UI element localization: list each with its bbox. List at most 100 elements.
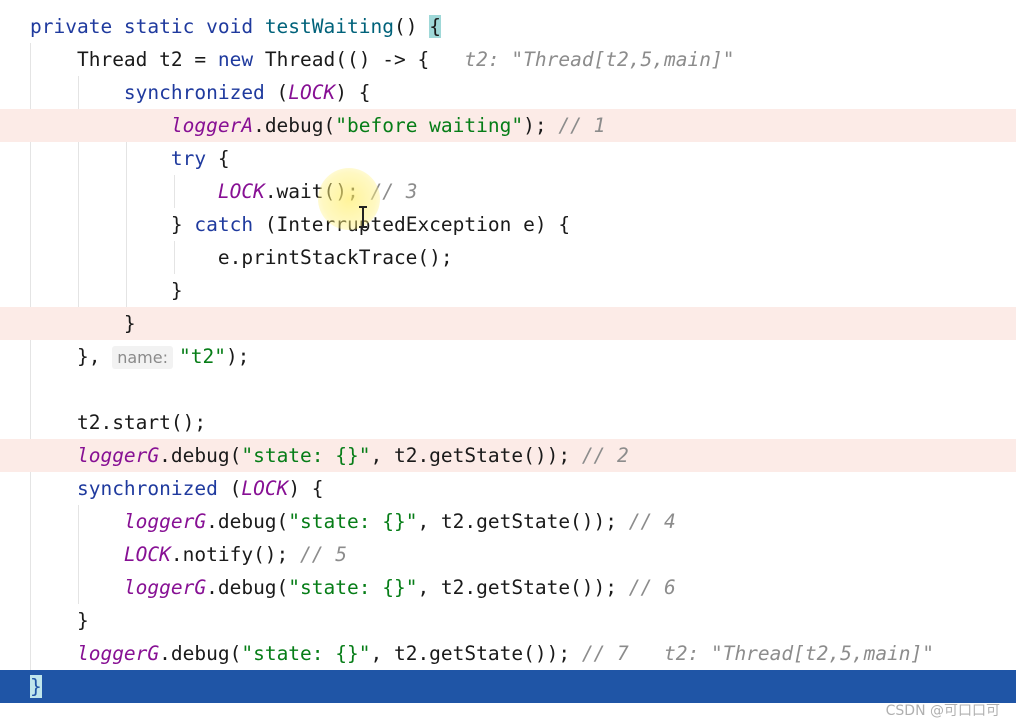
code-line[interactable]: loggerG.debug("state: {}", t2.getState()… — [0, 505, 1016, 538]
line-content: try { — [30, 142, 230, 175]
keyword: synchronized — [123, 81, 265, 104]
line-content: LOCK.notify(); // 5 — [30, 538, 347, 571]
line-content: e.printStackTrace(); — [30, 241, 453, 274]
field: loggerG — [123, 576, 207, 599]
field: loggerG — [76, 444, 160, 467]
string-literal: "state: {}" — [288, 510, 418, 533]
code-text: } — [170, 279, 183, 302]
code-line[interactable] — [0, 373, 1016, 406]
watermark: CSDN @可口口可 — [885, 703, 1000, 719]
string-literal: "state: {}" — [241, 642, 371, 665]
string-literal: "state: {}" — [241, 444, 371, 467]
code-text: .debug( — [253, 114, 336, 137]
comment: // 7 — [581, 642, 629, 665]
text-cursor-icon — [359, 206, 367, 228]
line-content: } — [30, 604, 89, 637]
line-content: private static void testWaiting() { — [30, 10, 441, 43]
code-text: , t2.getState()); — [417, 510, 629, 533]
code-line[interactable]: try { — [0, 142, 1016, 175]
field: LOCK — [123, 543, 171, 566]
code-line[interactable]: e.printStackTrace(); — [0, 241, 1016, 274]
code-editor[interactable]: private static void testWaiting() { Thre… — [0, 0, 1016, 728]
line-content: loggerA.debug("before waiting"); // 1 — [30, 109, 605, 142]
line-content: loggerG.debug("state: {}", t2.getState()… — [30, 571, 676, 604]
field: LOCK — [217, 180, 265, 203]
line-content: Thread t2 = new Thread(() -> { t2: "Thre… — [30, 43, 734, 76]
code-text: } — [170, 213, 195, 236]
line-content: loggerG.debug("state: {}", t2.getState()… — [30, 637, 934, 670]
breakpoint-line[interactable]: loggerG.debug("state: {}", t2.getState()… — [0, 439, 1016, 472]
code-text: ); — [225, 345, 250, 368]
code-text: () — [393, 15, 430, 38]
code-line[interactable]: synchronized (LOCK) { — [0, 76, 1016, 109]
code-text: .debug( — [206, 510, 289, 533]
code-line[interactable]: Thread t2 = new Thread(() -> { t2: "Thre… — [0, 43, 1016, 76]
keyword: synchronized — [76, 477, 218, 500]
line-content: synchronized (LOCK) { — [30, 472, 324, 505]
code-line[interactable]: private static void testWaiting() { — [0, 10, 1016, 43]
mouse-highlight — [318, 168, 380, 230]
comment: // 6 — [628, 576, 676, 599]
code-text: ); — [523, 114, 559, 137]
breakpoint-line[interactable]: loggerA.debug("before waiting"); // 1 — [0, 109, 1016, 142]
code-line[interactable]: LOCK.wait(); // 3 — [0, 175, 1016, 208]
string-literal: "t2" — [178, 345, 226, 368]
code-line[interactable]: } catch (InterruptedException e) { — [0, 208, 1016, 241]
code-text: } — [76, 609, 89, 632]
matched-brace: { — [429, 15, 441, 38]
code-line[interactable]: synchronized (LOCK) { — [0, 472, 1016, 505]
line-content: } — [30, 670, 42, 703]
code-text: .debug( — [206, 576, 289, 599]
comment: // 2 — [581, 444, 629, 467]
comment: // 5 — [300, 543, 347, 566]
code-text: .debug( — [159, 642, 242, 665]
code-line[interactable]: } — [0, 274, 1016, 307]
line-content: t2.start(); — [30, 406, 206, 439]
code-text: } — [123, 312, 136, 335]
field: LOCK — [241, 477, 289, 500]
code-text: , t2.getState()); — [370, 444, 582, 467]
breakpoint-line[interactable]: } — [0, 307, 1016, 340]
line-content: loggerG.debug("state: {}", t2.getState()… — [30, 505, 676, 538]
method-name: testWaiting — [264, 15, 394, 38]
line-content: loggerG.debug("state: {}", t2.getState()… — [30, 439, 629, 472]
code-text: Thread t2 = — [76, 48, 218, 71]
keyword: private static void — [30, 15, 265, 38]
code-text: }, — [76, 345, 113, 368]
code-text: .notify(); — [170, 543, 301, 566]
code-text: Thread(() -> { — [253, 48, 430, 71]
code-line[interactable]: loggerG.debug("state: {}", t2.getState()… — [0, 571, 1016, 604]
field: loggerA — [170, 114, 254, 137]
field: loggerG — [76, 642, 160, 665]
code-text: ) { — [335, 81, 371, 104]
code-text: ( — [264, 81, 289, 104]
line-content: } catch (InterruptedException e) { — [30, 208, 570, 241]
keyword: try — [170, 147, 207, 170]
code-text: ) { — [288, 477, 324, 500]
line-content: } — [30, 274, 183, 307]
current-line[interactable]: } — [0, 670, 1016, 703]
string-literal: "state: {}" — [288, 576, 418, 599]
code-text: , t2.getState()); — [370, 642, 582, 665]
code-line[interactable]: LOCK.notify(); // 5 — [0, 538, 1016, 571]
parameter-hint: name: — [112, 346, 173, 369]
comment: // 4 — [628, 510, 676, 533]
field: loggerG — [123, 510, 207, 533]
code-text: t2.start(); — [76, 411, 207, 434]
code-line[interactable]: loggerG.debug("state: {}", t2.getState()… — [0, 637, 1016, 670]
code-text: .debug( — [159, 444, 242, 467]
comment: // 1 — [558, 114, 606, 137]
string-literal: "before waiting" — [335, 114, 524, 137]
line-content: synchronized (LOCK) { — [30, 76, 371, 109]
code-text: , t2.getState()); — [417, 576, 629, 599]
matched-brace: } — [30, 675, 42, 698]
code-line[interactable]: t2.start(); — [0, 406, 1016, 439]
keyword: new — [217, 48, 254, 71]
keyword: catch — [194, 213, 254, 236]
code-text: e.printStackTrace(); — [217, 246, 453, 269]
inline-debug-value: t2: "Thread[t2,5,main]" — [628, 642, 935, 665]
code-line[interactable]: }, name: "t2"); — [0, 340, 1016, 373]
code-text: ( — [217, 477, 242, 500]
code-line[interactable]: } — [0, 604, 1016, 637]
inline-debug-value: t2: "Thread[t2,5,main]" — [429, 48, 735, 71]
